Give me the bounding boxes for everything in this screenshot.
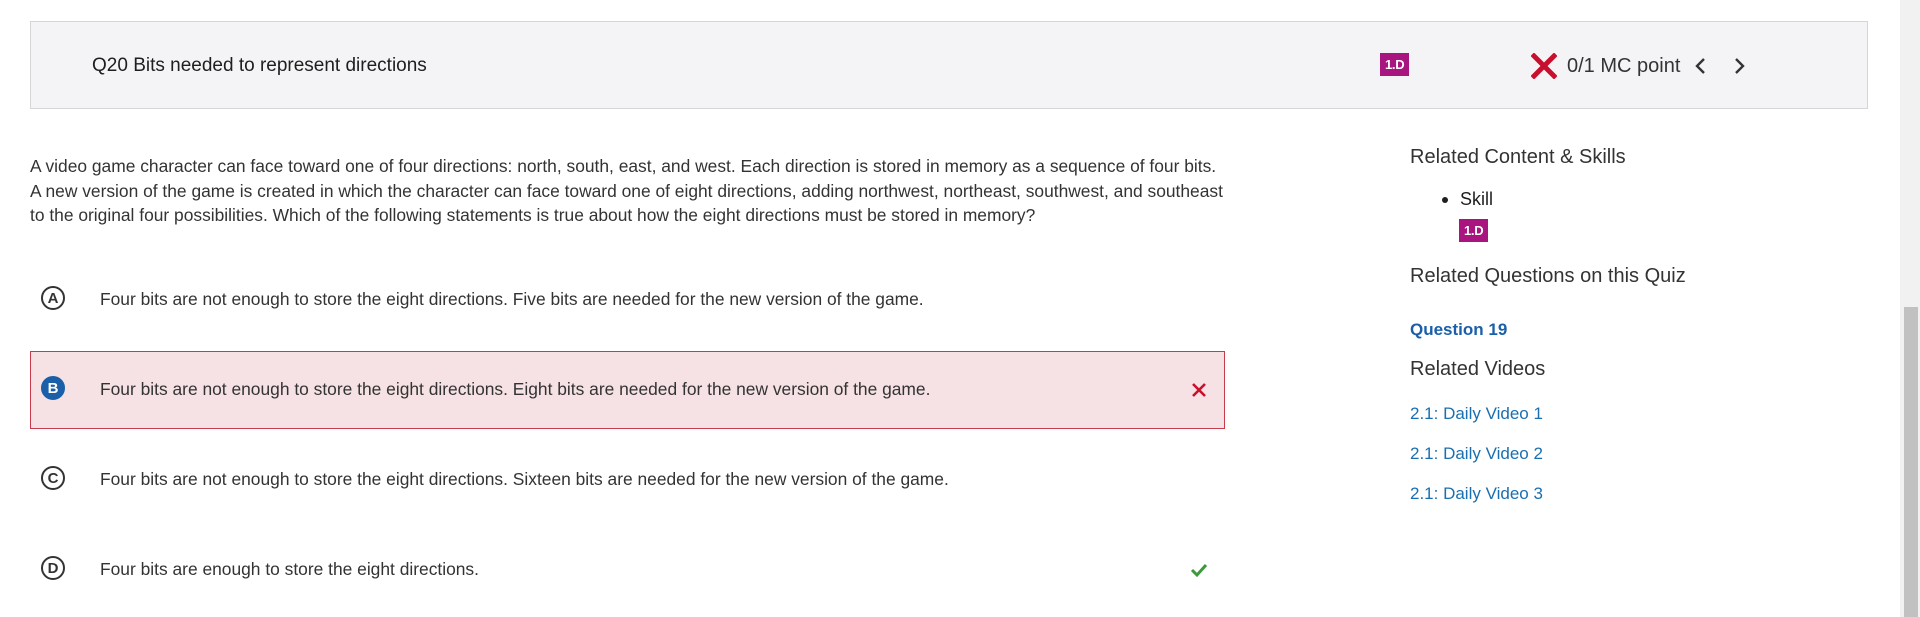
skill-label: Skill: [1440, 189, 1493, 210]
option-text: Four bits are not enough to store the ei…: [100, 469, 949, 489]
skill-badge: 1.D: [1380, 53, 1410, 76]
answer-option-a[interactable]: A Four bits are not enough to store the …: [30, 261, 1225, 339]
x-icon: [1530, 52, 1558, 80]
scrollbar[interactable]: [1900, 0, 1920, 617]
related-questions-heading: Related Questions on this Quiz: [1410, 265, 1686, 287]
option-letter: A: [41, 286, 65, 310]
page: Q20 Bits needed to represent directions …: [0, 0, 1920, 617]
video-link-1[interactable]: 2.1: Daily Video 1: [1410, 404, 1543, 424]
answer-option-d[interactable]: D Four bits are enough to store the eigh…: [30, 531, 1225, 609]
option-text: Four bits are not enough to store the ei…: [100, 289, 924, 309]
option-text: Four bits are enough to store the eight …: [100, 559, 479, 579]
option-letter: C: [41, 466, 65, 490]
question-title: Q20 Bits needed to represent directions: [92, 55, 427, 76]
correct-check-icon: [1190, 561, 1208, 579]
incorrect-x-icon: [1190, 381, 1208, 399]
video-link-2[interactable]: 2.1: Daily Video 2: [1410, 444, 1543, 464]
question-header: Q20 Bits needed to represent directions …: [30, 21, 1868, 109]
option-letter: B: [41, 376, 65, 400]
video-link-3[interactable]: 2.1: Daily Video 3: [1410, 484, 1543, 504]
option-text: Four bits are not enough to store the ei…: [100, 379, 931, 399]
answer-option-c[interactable]: C Four bits are not enough to store the …: [30, 441, 1225, 519]
chevron-right-icon: [1735, 58, 1746, 74]
sidebar-skill-badge: 1.D: [1459, 219, 1489, 242]
answer-option-b[interactable]: B Four bits are not enough to store the …: [30, 351, 1225, 429]
question-19-link[interactable]: Question 19: [1410, 320, 1507, 340]
scrollbar-thumb[interactable]: [1904, 307, 1918, 617]
option-letter: D: [41, 556, 65, 580]
related-videos-heading: Related Videos: [1410, 358, 1546, 380]
skill-list: Skill: [1440, 189, 1493, 210]
next-question-button[interactable]: [1724, 51, 1754, 81]
related-content-heading: Related Content & Skills: [1410, 146, 1626, 168]
chevron-left-icon: [1695, 58, 1706, 74]
score-area: 0/1 MC point: [1530, 48, 1754, 84]
score-text: 0/1 MC point: [1567, 54, 1681, 77]
previous-question-button[interactable]: [1686, 51, 1716, 81]
question-stem: A video game character can face toward o…: [30, 156, 1223, 225]
